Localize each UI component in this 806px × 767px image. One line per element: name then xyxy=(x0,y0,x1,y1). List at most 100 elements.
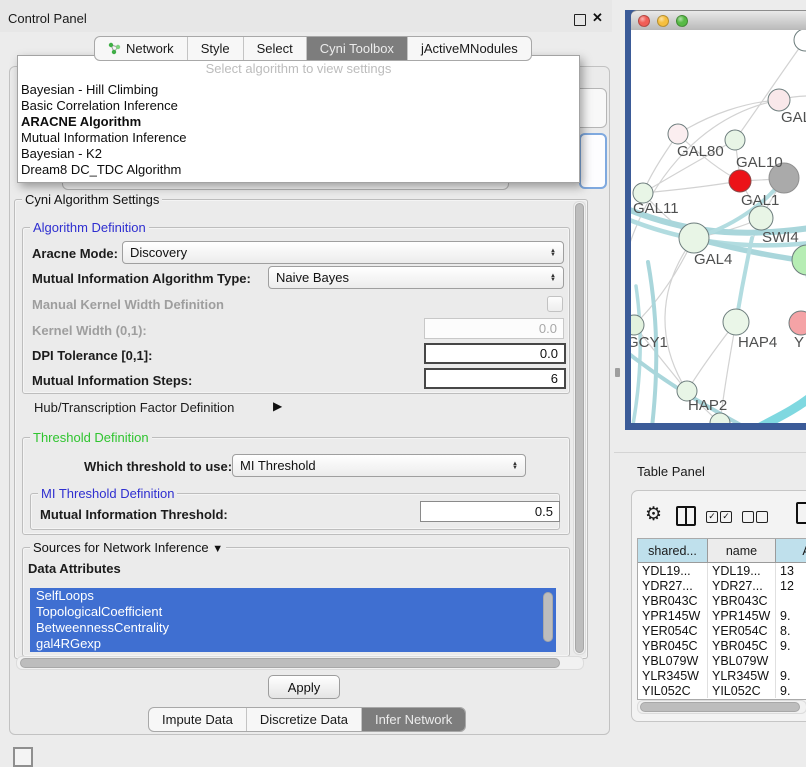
settings-vscrollbar-thumb[interactable] xyxy=(575,203,584,653)
tab-jactivemnodules[interactable]: jActiveMNodules xyxy=(407,37,531,60)
tab-network[interactable]: Network xyxy=(95,37,187,60)
table-cell[interactable]: YBR043C xyxy=(638,593,708,608)
table-cell[interactable]: 12 xyxy=(776,578,806,593)
network-node[interactable] xyxy=(749,206,773,230)
network-view-window[interactable]: GALGAL80GAL10GAL11GAL1SWI4GAL4GCY1HAP4YH… xyxy=(625,10,806,430)
table-cell[interactable] xyxy=(776,593,806,608)
bottom-tab-impute-data[interactable]: Impute Data xyxy=(149,708,246,731)
unchecked-checkbox-icon[interactable] xyxy=(756,511,768,523)
gear-icon[interactable]: ⚙ xyxy=(645,503,662,526)
table-column-header-shared[interactable]: shared... xyxy=(638,539,708,562)
algorithm-option-dream8-dc-tdc-algorithm[interactable]: Dream8 DC_TDC Algorithm xyxy=(18,162,579,178)
table-cell[interactable]: YIL052C xyxy=(708,683,776,698)
columns-icon[interactable] xyxy=(676,506,696,526)
table-cell[interactable]: YBL079W xyxy=(708,653,776,668)
table-cell[interactable]: YDR27... xyxy=(708,578,776,593)
table-cell[interactable]: 9. xyxy=(776,638,806,653)
tab-cyni-toolbox[interactable]: Cyni Toolbox xyxy=(306,37,407,60)
table-cell[interactable]: 9. xyxy=(776,668,806,683)
table-cell[interactable]: 9. xyxy=(776,683,806,698)
network-node[interactable] xyxy=(729,170,751,192)
minimize-traffic-light[interactable] xyxy=(657,15,669,27)
table-column-header-name[interactable]: name xyxy=(708,539,776,562)
table-cell[interactable]: 9. xyxy=(776,608,806,623)
document-icon[interactable] xyxy=(796,502,806,524)
bottom-tab-infer-network[interactable]: Infer Network xyxy=(361,708,465,731)
table-cell[interactable] xyxy=(776,653,806,668)
table-cell[interactable]: YLR345W xyxy=(638,668,708,683)
algorithm-option-basic-correlation-inference[interactable]: Basic Correlation Inference xyxy=(18,98,579,114)
table-cell[interactable]: YPR145W xyxy=(708,608,776,623)
table-cell[interactable]: YPR145W xyxy=(638,608,708,623)
float-window-icon[interactable] xyxy=(574,14,586,26)
table-row[interactable]: YIL052CYIL052C9. xyxy=(638,683,806,698)
table-row[interactable]: YER054CYER054C8. xyxy=(638,623,806,638)
table-cell[interactable]: YBR043C xyxy=(708,593,776,608)
table-hscrollbar-track[interactable] xyxy=(637,700,806,714)
algorithm-option-mutual-information-inference[interactable]: Mutual Information Inference xyxy=(18,130,579,146)
expand-right-icon[interactable]: ▶ xyxy=(273,399,282,413)
settings-hscrollbar-thumb[interactable] xyxy=(20,658,560,668)
algorithm-option-aracne-algorithm[interactable]: ARACNE Algorithm xyxy=(18,114,579,130)
close-traffic-light[interactable] xyxy=(638,15,650,27)
table-cell[interactable]: YBL079W xyxy=(638,653,708,668)
network-canvas[interactable]: GALGAL80GAL10GAL11GAL1SWI4GAL4GCY1HAP4YH… xyxy=(631,30,806,423)
algorithm-option-bayesian-hill-climbing[interactable]: Bayesian - Hill Climbing xyxy=(18,82,579,98)
table-row[interactable]: YPR145WYPR145W9. xyxy=(638,608,806,623)
table-column-header-a[interactable]: A xyxy=(776,539,806,562)
table-cell[interactable]: YLR345W xyxy=(708,668,776,683)
settings-vscrollbar-track[interactable] xyxy=(573,201,586,655)
hub-definition-label[interactable]: Hub/Transcription Factor Definition xyxy=(34,400,234,415)
table-cell[interactable]: YER054C xyxy=(708,623,776,638)
table-hscrollbar-thumb[interactable] xyxy=(640,702,800,712)
mi-type-combo[interactable]: Naive Bayes ▲▼ xyxy=(268,266,564,289)
table-row[interactable]: YBR043CYBR043C xyxy=(638,593,806,608)
table-row[interactable]: YDL19...YDL19...13 xyxy=(638,563,806,578)
aracne-mode-combo[interactable]: Discovery ▲▼ xyxy=(122,241,564,264)
settings-hscrollbar-track[interactable] xyxy=(16,656,584,670)
sources-group-title[interactable]: Sources for Network Inference ▼ xyxy=(30,540,226,555)
attribute-item-betweennesscentrality[interactable]: BetweennessCentrality xyxy=(30,620,556,636)
table-cell[interactable]: YDL19... xyxy=(708,563,776,578)
network-node[interactable] xyxy=(668,124,688,144)
table-cell[interactable]: 13 xyxy=(776,563,806,578)
close-icon[interactable]: ✕ xyxy=(592,10,603,26)
attribute-item-topologicalcoefficient[interactable]: TopologicalCoefficient xyxy=(30,604,556,620)
network-node[interactable] xyxy=(723,309,749,335)
which-threshold-combo[interactable]: MI Threshold ▲▼ xyxy=(232,454,526,477)
table-row[interactable]: YDR27...YDR27...12 xyxy=(638,578,806,593)
kernel-width-field[interactable]: 0.0 xyxy=(424,318,564,339)
network-node[interactable] xyxy=(794,30,806,51)
algorithm-option-bayesian-k2[interactable]: Bayesian - K2 xyxy=(18,146,579,162)
network-node[interactable] xyxy=(631,315,644,335)
table-cell[interactable]: YBR045C xyxy=(708,638,776,653)
checked-checkbox-icon[interactable]: ✓ xyxy=(720,511,732,523)
apply-button[interactable]: Apply xyxy=(268,675,340,699)
mi-steps-field[interactable]: 6 xyxy=(424,368,566,389)
table-cell[interactable]: YDL19... xyxy=(638,563,708,578)
tab-style[interactable]: Style xyxy=(187,37,243,60)
data-attributes-list[interactable]: SelfLoopsTopologicalCoefficientBetweenne… xyxy=(30,588,556,652)
network-node[interactable] xyxy=(725,130,745,150)
bottom-tab-discretize-data[interactable]: Discretize Data xyxy=(246,708,361,731)
table-cell[interactable]: YER054C xyxy=(638,623,708,638)
checked-checkbox-icon[interactable]: ✓ xyxy=(706,511,718,523)
network-node[interactable] xyxy=(768,89,790,111)
table-row[interactable]: YBL079WYBL079W xyxy=(638,653,806,668)
network-node[interactable] xyxy=(792,245,806,275)
table-row[interactable]: YLR345WYLR345W9. xyxy=(638,668,806,683)
table-cell[interactable]: YIL052C xyxy=(638,683,708,698)
table-cell[interactable]: YDR27... xyxy=(638,578,708,593)
mi-threshold-field[interactable]: 0.5 xyxy=(420,501,560,522)
panel-corner-icon[interactable] xyxy=(13,747,33,767)
network-node[interactable] xyxy=(679,223,709,253)
tab-select[interactable]: Select xyxy=(243,37,306,60)
zoom-traffic-light[interactable] xyxy=(676,15,688,27)
table-cell[interactable]: YBR045C xyxy=(638,638,708,653)
attribute-item-gal4rgexp[interactable]: gal4RGexp xyxy=(30,636,556,652)
splitpane-collapse-handle[interactable] xyxy=(615,368,620,377)
manual-kernel-checkbox[interactable] xyxy=(547,296,563,312)
dpi-tolerance-field[interactable]: 0.0 xyxy=(424,343,566,364)
attribute-item-selfloops[interactable]: SelfLoops xyxy=(30,588,556,604)
table-row[interactable]: YBR045CYBR045C9. xyxy=(638,638,806,653)
